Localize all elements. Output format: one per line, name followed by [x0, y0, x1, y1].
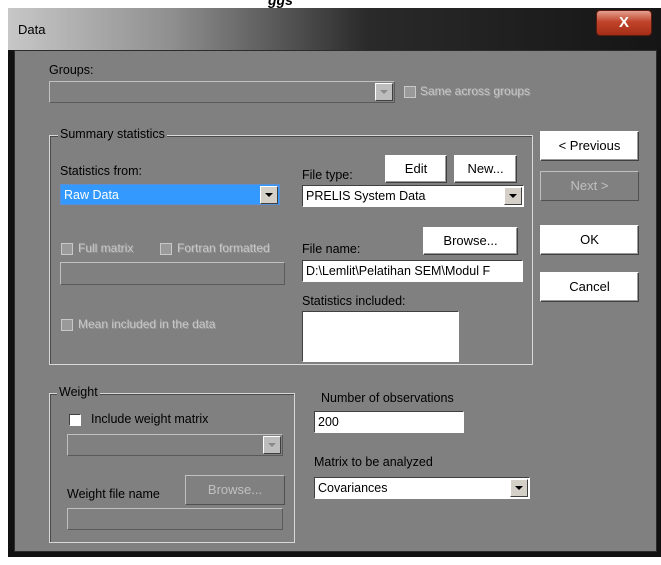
file-name-value: D:\Lemlit\Pelatihan SEM\Modul F — [306, 264, 491, 278]
observations-label: Number of observations — [321, 391, 454, 405]
file-name-label: File name: — [302, 242, 361, 256]
full-matrix-checkbox — [61, 243, 73, 255]
dialog-body: Groups: Same across groups Summary stati… — [14, 50, 657, 552]
full-matrix-field — [60, 262, 285, 285]
weight-file-name-field — [67, 508, 283, 530]
data-dialog: Data X Groups: Same across groups Summar… — [8, 8, 661, 557]
statistics-included-list[interactable] — [302, 311, 459, 362]
weight-browse-button: Browse... — [185, 475, 285, 505]
matrix-label: Matrix to be analyzed — [314, 455, 433, 469]
mean-included-checkbox — [61, 319, 73, 331]
weight-title: Weight — [57, 385, 100, 399]
statistics-from-value: Raw Data — [64, 188, 119, 202]
weight-file-name-label: Weight file name — [67, 487, 160, 501]
include-weight-matrix-checkbox[interactable] — [69, 414, 81, 426]
chevron-down-icon[interactable] — [510, 479, 528, 497]
groups-label: Groups: — [49, 63, 94, 77]
title-bar: Data X — [8, 8, 661, 50]
chevron-down-icon[interactable] — [260, 186, 278, 204]
weight-matrix-dropdown — [67, 434, 283, 456]
fortran-formatted-checkbox — [160, 243, 172, 255]
file-type-value: PRELIS System Data — [306, 189, 426, 203]
previous-button[interactable]: < Previous — [540, 131, 639, 161]
same-across-groups-checkbox — [404, 86, 416, 98]
next-button: Next > — [540, 171, 639, 201]
matrix-dropdown[interactable]: Covariances — [314, 477, 530, 499]
file-type-label: File type: — [302, 168, 353, 182]
chevron-down-icon — [375, 83, 393, 101]
include-weight-matrix-label: Include weight matrix — [91, 412, 209, 426]
window-title: Data — [18, 22, 46, 37]
file-type-dropdown[interactable]: PRELIS System Data — [302, 185, 524, 207]
close-button[interactable]: X — [596, 10, 652, 36]
file-name-field[interactable]: D:\Lemlit\Pelatihan SEM\Modul F — [302, 260, 523, 282]
observations-field[interactable]: 200 — [314, 411, 464, 433]
edit-button[interactable]: Edit — [385, 155, 447, 183]
statistics-included-label: Statistics included: — [302, 294, 406, 308]
cancel-button[interactable]: Cancel — [540, 272, 639, 302]
statistics-from-dropdown[interactable]: Raw Data — [60, 184, 280, 205]
background-strip: ggs — [0, 0, 661, 8]
browse-button[interactable]: Browse... — [423, 227, 518, 255]
groups-dropdown — [49, 81, 395, 103]
mean-included-label: Mean included in the data — [78, 317, 216, 331]
matrix-value: Covariances — [318, 481, 388, 495]
statistics-from-label: Statistics from: — [60, 164, 142, 178]
same-across-groups-label: Same across groups — [420, 84, 531, 98]
full-matrix-label: Full matrix — [78, 241, 134, 255]
observations-value: 200 — [318, 415, 339, 429]
new-button[interactable]: New... — [454, 155, 517, 183]
ok-button[interactable]: OK — [540, 225, 639, 255]
chevron-down-icon — [263, 436, 281, 454]
summary-statistics-title: Summary statistics — [58, 127, 167, 141]
chevron-down-icon[interactable] — [504, 187, 522, 205]
background-text-fragment: ggs — [268, 0, 293, 8]
fortran-formatted-label: Fortran formatted — [177, 241, 270, 255]
